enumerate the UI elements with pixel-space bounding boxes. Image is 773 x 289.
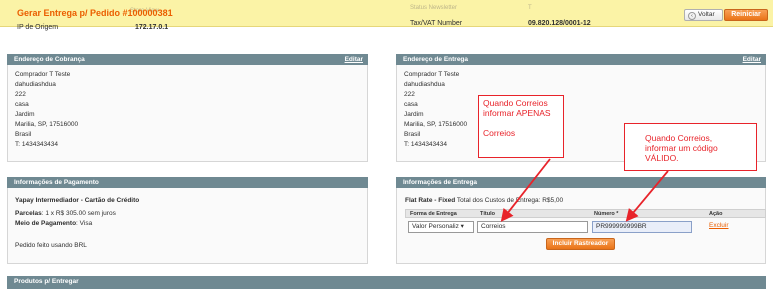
back-button[interactable]: ‹ Voltar: [684, 9, 723, 21]
annotation-line: Quando Correios,: [645, 133, 713, 143]
shipping-method-name: Flat Rate - Fixed: [405, 197, 456, 204]
billing-line: Jardim: [15, 111, 35, 118]
shipping-method-row: Flat Rate - Fixed Total dos Custos de En…: [405, 197, 563, 204]
payment-means-label: Meio de Pagamento: [15, 220, 77, 227]
ghost-newsletter-value: T: [528, 5, 532, 11]
ghost-newsletter-label: Status Newsletter: [410, 5, 458, 11]
annotation-line: [483, 118, 559, 128]
delete-tracking-link[interactable]: Excluir: [709, 222, 729, 229]
annotation-line: Correios: [483, 128, 516, 138]
shipping-line: Marilia, SP, 17516000: [404, 121, 468, 128]
tracking-title-input[interactable]: Correios: [477, 221, 588, 233]
annotation-valid-code: Quando Correios, informar um código VÁLI…: [624, 123, 757, 171]
billing-line: Marilia, SP, 17516000: [15, 121, 79, 128]
ip-label: IP de Origem: [17, 24, 59, 31]
tax-row: Tax/VAT Number 09.820.128/0001-12: [410, 20, 591, 27]
shipping-address-title: Endereço de Entrega: [403, 56, 469, 63]
shipping-address-section-head: Endereço de Entrega Editar: [396, 54, 766, 65]
carrier-select[interactable]: Valor Personaliz ▾: [408, 221, 474, 233]
shipping-address-edit-link[interactable]: Editar: [743, 54, 761, 65]
billing-line: Comprador T Teste: [15, 71, 71, 78]
shipping-info-section-head: Informações de Entrega: [396, 177, 766, 188]
shipping-line: 222: [404, 91, 415, 98]
page-header: Store View Gerar Entrega p/ Pedido #1000…: [0, 0, 773, 27]
payment-means-value: : Visa: [76, 220, 93, 227]
annotation-line: VÁLIDO.: [645, 153, 679, 163]
tax-value: 09.820.128/0001-12: [528, 20, 591, 27]
annotation-correios-title: Quando Correios informar APENAS Correios: [478, 95, 564, 158]
annotation-line: Quando Correios: [483, 98, 548, 108]
shipping-info-title: Informações de Entrega: [403, 179, 478, 186]
billing-section-body: Comprador T Teste dahudiashdua 222 casa …: [7, 65, 368, 162]
add-tracking-button[interactable]: Incluir Rastreador: [546, 238, 615, 250]
payment-title: Informações de Pagamento: [14, 179, 99, 186]
back-arrow-icon: ‹: [688, 12, 696, 20]
installments-label: Parcelas: [15, 210, 42, 217]
billing-line: T: 1434343434: [15, 141, 59, 148]
payment-section-head: Informações de Pagamento: [7, 177, 368, 188]
shipping-line: Brasil: [404, 131, 421, 138]
billing-title: Endereço de Cobrança: [14, 56, 85, 63]
billing-edit-link[interactable]: Editar: [345, 54, 363, 65]
products-title: Produtos p/ Entregar: [14, 278, 79, 285]
shipping-line: casa: [404, 101, 418, 108]
billing-line: 222: [15, 91, 26, 98]
shipping-method-cost: Total dos Custos de Entrega: R$5,00: [456, 197, 564, 204]
billing-line: casa: [15, 101, 29, 108]
back-button-label: Voltar: [698, 11, 715, 18]
installments-row: Parcelas: 1 x R$ 305.00 sem juros: [15, 210, 116, 217]
billing-section-head: Endereço de Cobrança Editar: [7, 54, 368, 65]
shipping-line: Jardim: [404, 111, 424, 118]
billing-line: Brasil: [15, 131, 32, 138]
col-title: Título: [480, 211, 495, 217]
ip-value: 172.17.0.1: [135, 24, 169, 31]
products-section-head: Produtos p/ Entregar: [7, 276, 766, 289]
ip-row: IP de Origem 172.17.0.1: [17, 24, 168, 31]
tracking-table-header: Forma de Entrega Título Número * Ação: [405, 209, 766, 218]
annotation-line: informar um código: [645, 143, 718, 153]
billing-line: dahudiashdua: [15, 81, 56, 88]
annotation-line: informar APENAS: [483, 108, 551, 118]
shipping-line: T: 1434343434: [404, 141, 448, 148]
payment-method: Yapay Intermediador - Cartão de Crédito: [15, 197, 140, 204]
tracking-number-input[interactable]: PR999999999BR: [592, 221, 692, 233]
page-title: Gerar Entrega p/ Pedido #100000381: [17, 8, 173, 18]
installments-value: : 1 x R$ 305.00 sem juros: [41, 210, 116, 217]
col-carrier: Forma de Entrega: [410, 211, 457, 217]
payment-section-body: Yapay Intermediador - Cartão de Crédito …: [7, 188, 368, 264]
shipping-line: Comprador T Teste: [404, 71, 460, 78]
col-action: Ação: [709, 211, 723, 217]
payment-means-row: Meio de Pagamento: Visa: [15, 220, 92, 227]
tax-label: Tax/VAT Number: [410, 20, 463, 27]
shipping-line: dahudiashdua: [404, 81, 445, 88]
currency-note: Pedido feito usando BRL: [15, 242, 87, 249]
reset-button[interactable]: Reiniciar: [724, 9, 768, 21]
col-number: Número *: [594, 211, 619, 217]
